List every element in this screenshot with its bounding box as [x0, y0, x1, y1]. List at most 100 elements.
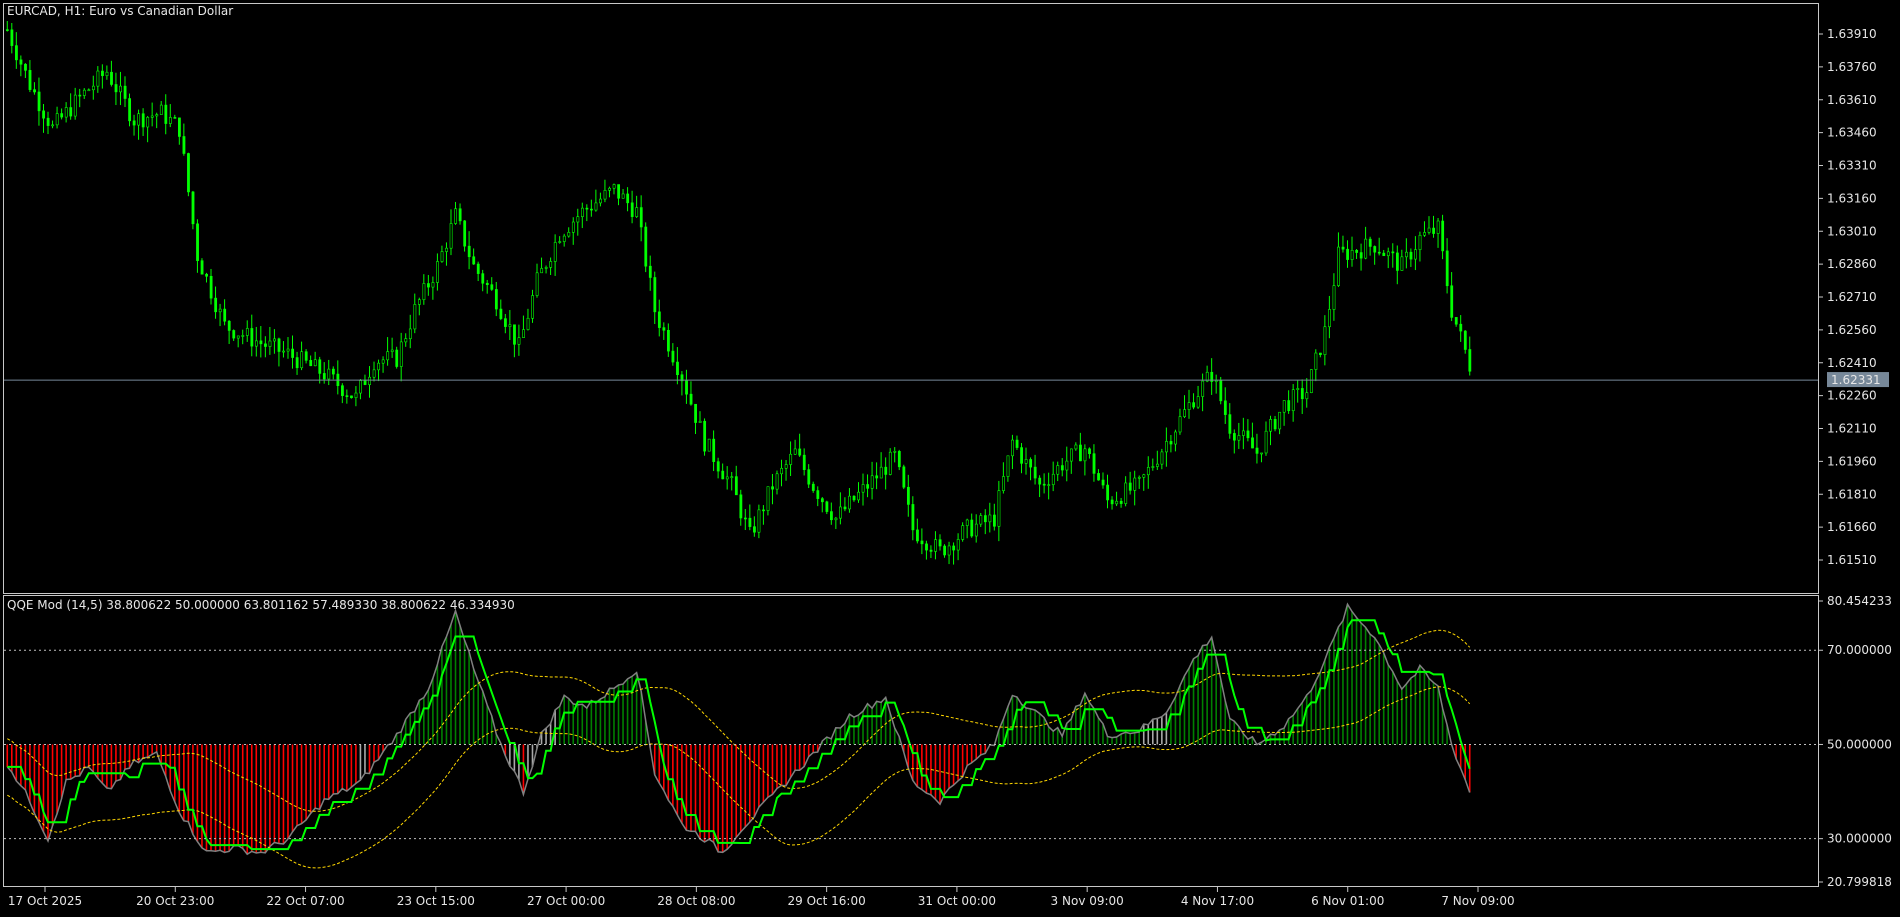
candle-body — [485, 282, 489, 285]
candle-body — [721, 470, 725, 480]
candle-body — [1386, 251, 1390, 257]
candle-body — [553, 242, 557, 262]
candle-body — [481, 273, 485, 284]
candle-body — [843, 506, 847, 510]
candle-body — [703, 420, 707, 452]
candle-body — [599, 198, 602, 204]
candle-body — [1214, 380, 1218, 382]
candle-body — [653, 277, 657, 313]
candle-body — [671, 350, 675, 363]
candle-body — [300, 351, 304, 369]
candle-body — [676, 361, 679, 376]
time-tick-label: 7 Nov 09:00 — [1441, 894, 1514, 908]
candle-body — [725, 476, 729, 480]
candle-body — [1079, 444, 1082, 462]
candle-body — [1459, 323, 1463, 332]
candle-body — [793, 448, 797, 455]
candle-body — [445, 247, 448, 252]
candle-body — [322, 373, 326, 380]
time-tick-label: 27 Oct 00:00 — [527, 894, 605, 908]
candle-body — [879, 466, 883, 479]
candle-body — [141, 113, 145, 128]
candle-body — [811, 483, 815, 491]
price-tick-label: 1.63610 — [1827, 93, 1877, 107]
candle-body — [440, 251, 444, 262]
candle-body — [662, 327, 666, 331]
candle-body — [19, 59, 23, 65]
candle-body — [15, 45, 18, 61]
candle-body — [626, 193, 630, 204]
time-tick-label: 20 Oct 23:00 — [136, 894, 214, 908]
candle-body — [997, 490, 1001, 527]
candle-body — [494, 289, 498, 310]
candle-body — [304, 351, 308, 361]
candle-body — [377, 362, 381, 371]
candle-body — [965, 519, 969, 526]
indicator-tick-label: 50.000000 — [1827, 737, 1892, 751]
candle-body — [689, 393, 693, 405]
candle-body — [734, 476, 738, 496]
candle-body — [1287, 400, 1291, 411]
candle-body — [1060, 465, 1064, 471]
candle-body — [128, 98, 132, 122]
candle-body — [571, 221, 575, 233]
candle-body — [1056, 465, 1060, 475]
candle-body — [1436, 220, 1440, 234]
candle-body — [55, 113, 59, 126]
chart-window[interactable]: EURCAD, H1: Euro vs Canadian Dollar QQE … — [0, 0, 1900, 913]
candle-body — [1323, 326, 1327, 355]
candle-body — [1359, 252, 1363, 259]
candle-body — [1038, 477, 1042, 485]
candle-body — [264, 343, 267, 347]
candle-body — [766, 486, 770, 511]
candle-body — [1092, 453, 1096, 474]
candle-body — [825, 501, 829, 512]
candle-body — [1364, 238, 1368, 259]
candle-body — [467, 245, 471, 258]
candle-body — [404, 338, 408, 343]
candle-body — [363, 380, 367, 385]
candle-body — [458, 208, 462, 222]
candle-body — [590, 208, 593, 211]
chart-canvas[interactable]: EURCAD, H1: Euro vs Canadian Dollar QQE … — [0, 0, 1900, 913]
candle-body — [916, 529, 919, 542]
candle-body — [983, 515, 987, 523]
candle-body — [857, 491, 860, 501]
candle-body — [1414, 249, 1417, 260]
candle-body — [648, 265, 652, 278]
price-tick-label: 1.63310 — [1827, 159, 1877, 173]
price-tick-label: 1.62110 — [1827, 422, 1877, 436]
candle-body — [1219, 380, 1223, 402]
candle-body — [657, 311, 661, 328]
candle-body — [368, 376, 371, 385]
candle-body — [934, 539, 937, 552]
candle-body — [327, 368, 331, 380]
candle-body — [612, 184, 616, 189]
candle-body — [875, 475, 879, 479]
candle-body — [295, 357, 299, 369]
candle-body — [1382, 252, 1386, 257]
candle-body — [1106, 484, 1110, 501]
candle-body — [979, 515, 983, 525]
candle-body — [1427, 227, 1431, 233]
candle-body — [1368, 238, 1372, 247]
candle-body — [1445, 250, 1449, 287]
candle-body — [698, 420, 702, 423]
candle-body — [861, 484, 865, 493]
candle-body — [96, 70, 100, 87]
candle-body — [1350, 249, 1354, 260]
time-tick-label: 29 Oct 16:00 — [788, 894, 866, 908]
chart-title: EURCAD, H1: Euro vs Canadian Dollar — [7, 4, 233, 18]
candle-body — [1088, 448, 1091, 454]
candle-body — [1468, 349, 1472, 372]
candle-body — [685, 380, 688, 395]
candle-body — [1228, 414, 1232, 434]
candle-body — [1395, 252, 1399, 271]
candle-body — [436, 261, 439, 283]
candle-body — [920, 540, 924, 545]
candle-body — [5, 29, 9, 31]
candle-body — [1391, 251, 1395, 254]
candle-body — [739, 494, 743, 519]
candle-body — [1296, 388, 1300, 390]
candle-body — [73, 94, 77, 117]
